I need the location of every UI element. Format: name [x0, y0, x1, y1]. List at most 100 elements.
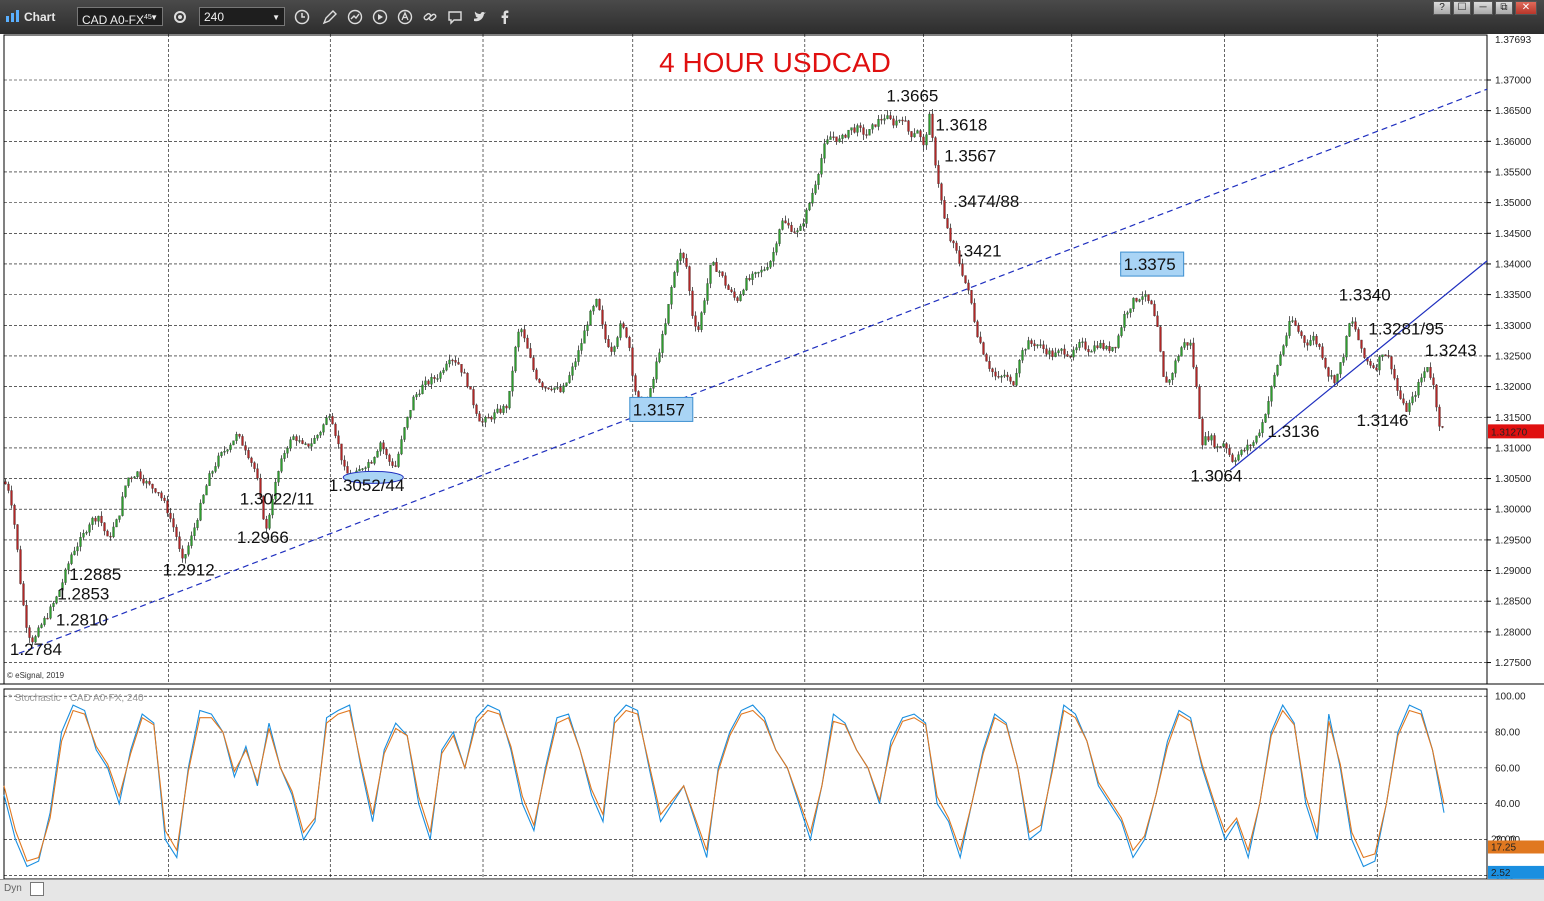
price-tick-label: 1.32000	[1495, 382, 1532, 393]
candle-body	[796, 230, 799, 233]
candle-body	[1237, 454, 1240, 461]
candle-body	[331, 416, 334, 425]
candle-body	[1372, 365, 1375, 368]
candle-body	[421, 384, 424, 395]
candle-body	[1300, 331, 1303, 337]
candle-body	[1285, 335, 1288, 346]
candle-body	[436, 378, 439, 380]
candle-body	[1282, 345, 1285, 355]
gear-icon[interactable]	[170, 7, 190, 27]
candle-body	[754, 272, 757, 275]
candle-body	[619, 323, 622, 338]
symbol-selector[interactable]: CAD A0-FX45 ▼	[77, 7, 163, 27]
candle-body	[1189, 342, 1192, 346]
candle-body	[802, 223, 805, 227]
minimize-button[interactable]: ─	[1473, 1, 1493, 15]
candle-body	[1183, 342, 1186, 348]
candle-body	[736, 297, 739, 301]
candle-body	[1207, 436, 1210, 441]
candle-body	[241, 436, 244, 446]
price-tick-label: 1.30500	[1495, 474, 1532, 485]
candle-body	[91, 517, 94, 525]
candle-body	[622, 323, 625, 328]
candle-body	[490, 417, 493, 420]
candle-body	[298, 440, 301, 442]
candle-body	[442, 369, 445, 373]
price-annotation: 1.2853	[57, 584, 109, 603]
candle-body	[1231, 454, 1234, 462]
price-annotation: 1.3052/44	[329, 476, 405, 495]
candle-body	[142, 478, 145, 484]
candle-body	[496, 408, 499, 413]
candle-body	[493, 412, 496, 420]
close-button[interactable]: ✕	[1515, 1, 1537, 15]
candle-body	[1177, 356, 1180, 361]
candle-body	[1339, 362, 1342, 375]
restore-button[interactable]: ⧉	[1495, 1, 1513, 15]
twitter-icon[interactable]	[470, 7, 490, 27]
candle-body	[1348, 323, 1351, 337]
price-annotation: 1.3022/11	[240, 489, 314, 508]
candle-body	[811, 192, 814, 204]
candle-body	[1039, 344, 1042, 346]
candle-body	[169, 512, 172, 519]
candle-body	[175, 526, 178, 537]
candle-body	[571, 366, 574, 376]
candle-body	[1108, 346, 1111, 352]
candle-body	[982, 342, 985, 355]
candle-body	[385, 448, 388, 456]
candle-body	[985, 354, 988, 362]
candle-body	[82, 532, 85, 538]
candle-body	[679, 252, 682, 261]
dyn-icon[interactable]: Dyn	[4, 883, 22, 894]
candle-body	[1270, 386, 1273, 402]
candle-body	[112, 526, 115, 538]
price-tick-label: 1.37000	[1495, 75, 1532, 86]
candle-body	[367, 462, 370, 468]
menu-button[interactable]: ☐	[1453, 1, 1471, 15]
candle-body	[448, 359, 451, 365]
chart-area[interactable]: 1.3665 1.3618 1.3567 .3474/88 .3421 1.3375 1.3…	[0, 34, 1544, 879]
candle-body	[850, 127, 853, 131]
candle-body	[595, 298, 598, 307]
comment-icon[interactable]	[445, 7, 465, 27]
candle-body	[832, 136, 835, 138]
alert-icon[interactable]	[395, 7, 415, 27]
price-annotation: 1.2912	[163, 560, 215, 579]
candle-body	[1069, 356, 1072, 358]
candle-body	[1195, 366, 1198, 387]
play-icon[interactable]	[370, 7, 390, 27]
facebook-icon[interactable]	[495, 7, 515, 27]
candle-body	[484, 417, 487, 423]
interval-selector[interactable]: 240 ▼	[199, 7, 285, 26]
candle-body	[1072, 349, 1075, 358]
chart-app-icon	[6, 10, 19, 22]
study-icon[interactable]	[345, 7, 365, 27]
interval-value: 240	[204, 10, 225, 24]
pencil-icon[interactable]	[320, 7, 340, 27]
candle-body	[1375, 367, 1378, 371]
candle-body	[1120, 327, 1123, 336]
candle-body	[151, 483, 154, 489]
candle-body	[1252, 442, 1255, 446]
lock-icon[interactable]	[30, 882, 44, 896]
candle-body	[109, 535, 112, 538]
candle-body	[517, 331, 520, 348]
candle-body	[1123, 314, 1126, 328]
candle-body	[526, 337, 529, 349]
candle-body	[25, 605, 28, 628]
candle-body	[853, 127, 856, 133]
candle-body	[538, 378, 541, 383]
candle-body	[43, 617, 46, 625]
help-button[interactable]: ?	[1433, 1, 1451, 15]
candle-body	[964, 275, 967, 284]
stochastic-title: * Stochastic - CAD A0-FX, 240	[8, 693, 144, 704]
candle-body	[1003, 374, 1006, 377]
link-icon[interactable]	[420, 7, 440, 27]
candle-body	[715, 262, 718, 272]
candle-body	[709, 265, 712, 284]
candle-body	[1060, 348, 1063, 351]
candle-body	[604, 324, 607, 340]
clock-icon[interactable]	[292, 7, 312, 27]
candle-body	[787, 222, 790, 226]
